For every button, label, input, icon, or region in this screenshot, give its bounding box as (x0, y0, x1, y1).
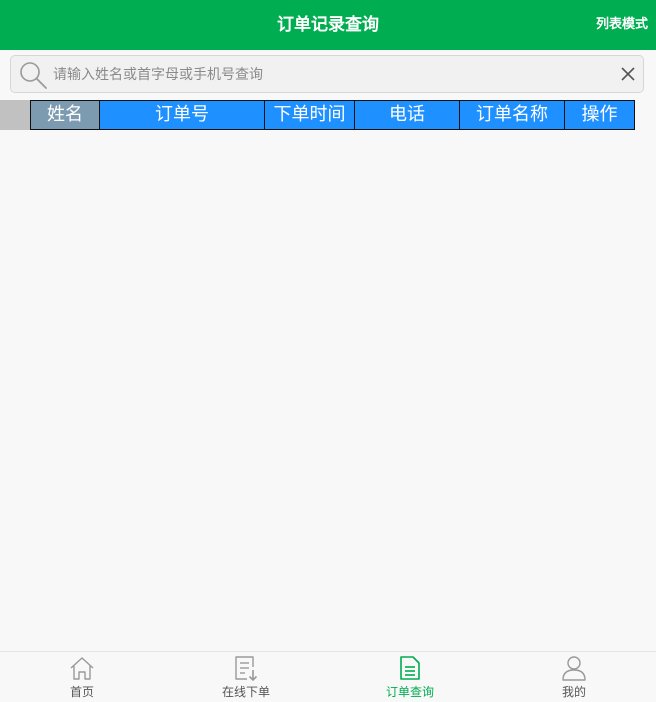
bottom-tab-bar: 首页 在线下单 订单查询 我的 (0, 651, 656, 701)
tab-label: 首页 (69, 685, 94, 699)
home-icon (70, 657, 94, 680)
search-bar (10, 55, 644, 93)
column-header-order-time[interactable]: 下单时间 (265, 100, 355, 130)
tab-mine[interactable]: 我的 (492, 652, 656, 702)
row-header-stub (0, 100, 30, 130)
tab-home[interactable]: 首页 (0, 652, 164, 702)
column-header-order-name[interactable]: 订单名称 (460, 100, 565, 130)
tab-online-order[interactable]: 在线下单 (164, 652, 328, 702)
column-header-name[interactable]: 姓名 (30, 100, 100, 130)
search-input[interactable] (51, 58, 615, 92)
list-mode-button[interactable]: 列表模式 (596, 0, 648, 50)
order-table-header: 姓名 订单号 下单时间 电话 订单名称 操作 (0, 100, 635, 130)
column-header-actions[interactable]: 操作 (565, 100, 635, 130)
order-form-icon (235, 656, 258, 681)
document-icon (400, 656, 420, 680)
tab-order-query[interactable]: 订单查询 (328, 652, 492, 702)
column-header-phone[interactable]: 电话 (355, 100, 460, 130)
user-icon (562, 656, 586, 681)
tab-label: 我的 (561, 685, 586, 699)
tab-label: 在线下单 (221, 685, 270, 699)
page-title: 订单记录查询 (277, 15, 379, 35)
app-header: 订单记录查询 列表模式 (0, 0, 656, 50)
tab-label: 订单查询 (385, 685, 434, 699)
search-icon (20, 62, 47, 89)
clear-icon[interactable] (619, 65, 637, 83)
column-header-order-no[interactable]: 订单号 (100, 100, 265, 130)
